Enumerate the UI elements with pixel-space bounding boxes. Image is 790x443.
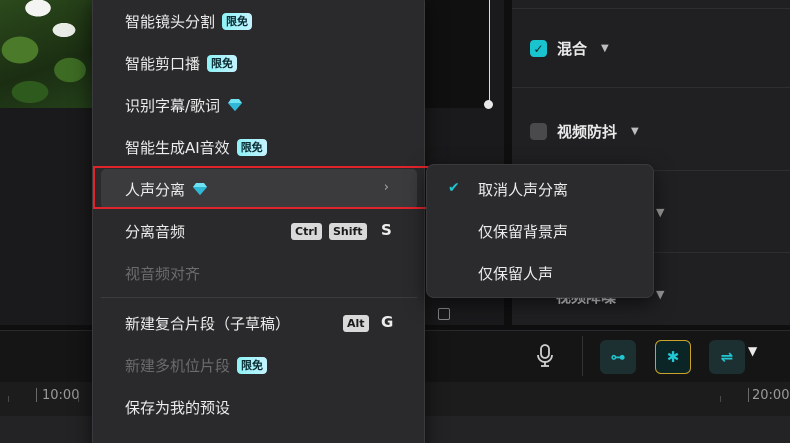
blend-row[interactable]: ✓ 混合 ▼ bbox=[530, 38, 609, 59]
toolbar-separator bbox=[582, 336, 583, 376]
shortcut-key-ctrl: Ctrl bbox=[291, 223, 322, 240]
menu-item-label: 视音频对齐 bbox=[125, 264, 201, 283]
free-badge: 限免 bbox=[236, 138, 267, 156]
menu-separator bbox=[101, 297, 417, 298]
context-menu: 智能镜头分割 限免 智能剪口播 限免 识别字幕/歌词 智能生成AI音效 限免 人… bbox=[92, 0, 425, 443]
ruler-label: 20:00 bbox=[752, 388, 790, 403]
menu-item-label: 新建多机位片段 bbox=[125, 356, 231, 375]
shortcut-key: G bbox=[381, 313, 394, 331]
submenu-item-cancel-separation[interactable]: ✔ 取消人声分离 bbox=[427, 169, 655, 209]
link-clips-button[interactable]: ⊶ bbox=[600, 340, 636, 374]
menu-item-label: 智能剪口播 bbox=[125, 54, 201, 73]
chevron-down-icon[interactable]: ▼ bbox=[748, 344, 757, 358]
ruler-label: 10:00 bbox=[42, 388, 80, 403]
check-icon: ✔ bbox=[448, 180, 460, 196]
preview-resize-handle[interactable] bbox=[484, 100, 493, 109]
submenu-item-label: 仅保留人声 bbox=[478, 264, 554, 283]
stabilize-row[interactable]: 视频防抖 ▼ bbox=[530, 121, 639, 142]
snap-button[interactable]: ✱ bbox=[655, 340, 691, 374]
menu-item-label: 保存为我的预设 bbox=[125, 398, 231, 417]
microphone-icon[interactable] bbox=[536, 344, 554, 368]
ruler-tick bbox=[720, 396, 721, 402]
menu-item-new-compound-clip[interactable]: 新建复合片段（子草稿） Alt G bbox=[93, 303, 426, 343]
submenu-item-keep-background[interactable]: 仅保留背景声 bbox=[427, 211, 655, 251]
stabilize-label: 视频防抖 bbox=[557, 123, 618, 141]
blend-checkbox[interactable]: ✓ bbox=[530, 40, 547, 57]
shortcut-key: S bbox=[381, 221, 392, 239]
menu-item-av-align: 视音频对齐 bbox=[93, 253, 426, 293]
menu-item-ai-sound-effect[interactable]: 智能生成AI音效 限免 bbox=[93, 127, 426, 167]
video-preview-image bbox=[0, 0, 92, 108]
menu-item-new-multicam-clip: 新建多机位片段 限免 bbox=[93, 345, 426, 385]
divider bbox=[512, 87, 790, 88]
menu-item-recognize-subtitles[interactable]: 识别字幕/歌词 bbox=[93, 85, 426, 125]
menu-item-save-preset[interactable]: 保存为我的预设 bbox=[93, 387, 426, 427]
free-badge: 限免 bbox=[237, 356, 268, 374]
submenu-item-keep-vocals[interactable]: 仅保留人声 bbox=[427, 253, 655, 293]
ruler-tick bbox=[8, 396, 9, 402]
menu-item-label: 智能镜头分割 bbox=[125, 12, 216, 31]
menu-item-smart-shot-split[interactable]: 智能镜头分割 限免 bbox=[93, 1, 426, 41]
menu-item-label: 智能生成AI音效 bbox=[125, 138, 230, 157]
highlight-annotation-box bbox=[93, 166, 436, 209]
vocal-separation-submenu: ✔ 取消人声分离 仅保留背景声 仅保留人声 bbox=[426, 164, 654, 298]
chevron-down-icon[interactable]: ▼ bbox=[656, 206, 664, 219]
divider bbox=[512, 8, 790, 9]
menu-item-label: 识别字幕/歌词 bbox=[125, 96, 221, 115]
menu-item-separate-audio[interactable]: 分离音频 Ctrl Shift S bbox=[93, 211, 426, 251]
chain-icon: ⇌ bbox=[720, 348, 734, 366]
submenu-item-label: 仅保留背景声 bbox=[478, 222, 569, 241]
snap-icon: ✱ bbox=[666, 348, 680, 366]
menu-item-label: 新建复合片段（子草稿） bbox=[125, 314, 291, 333]
menu-item-smart-talk-cut[interactable]: 智能剪口播 限免 bbox=[93, 43, 426, 83]
chevron-down-icon[interactable]: ▼ bbox=[601, 43, 609, 54]
shortcut-key-alt: Alt bbox=[343, 315, 369, 332]
chevron-down-icon[interactable]: ▼ bbox=[631, 126, 639, 137]
link-icon: ⊶ bbox=[610, 348, 626, 366]
chain-button[interactable]: ⇌ bbox=[709, 340, 745, 374]
stabilize-checkbox[interactable] bbox=[530, 123, 547, 140]
submenu-item-label: 取消人声分离 bbox=[478, 180, 569, 199]
blend-label: 混合 bbox=[557, 40, 588, 58]
preview-frame bbox=[424, 0, 490, 108]
chevron-down-icon[interactable]: ▼ bbox=[656, 288, 664, 301]
free-badge: 限免 bbox=[222, 12, 253, 30]
free-badge: 限免 bbox=[207, 54, 238, 72]
menu-item-label: 分离音频 bbox=[125, 222, 186, 241]
ruler-tick bbox=[748, 388, 749, 402]
ruler-tick bbox=[36, 388, 37, 402]
crop-icon[interactable] bbox=[438, 308, 450, 320]
shortcut-key-shift: Shift bbox=[329, 223, 367, 240]
diamond-icon bbox=[228, 99, 243, 111]
